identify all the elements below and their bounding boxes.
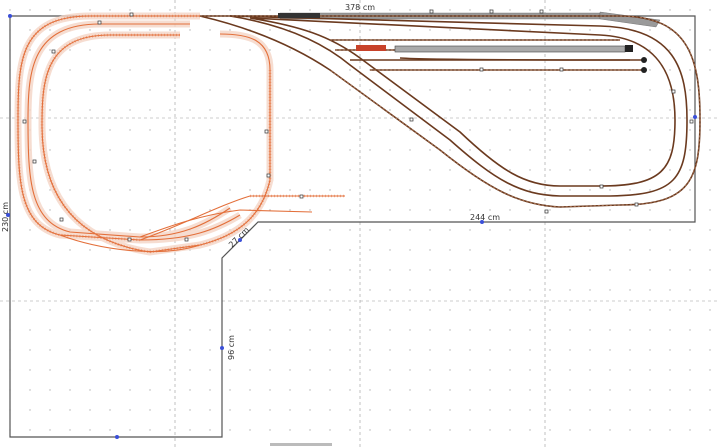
dim-left-height: 230 cm bbox=[1, 202, 10, 232]
vertex-handle[interactable] bbox=[693, 115, 697, 119]
buffer-stop-icon[interactable] bbox=[641, 57, 647, 63]
train-coaches[interactable] bbox=[394, 45, 626, 53]
vertex-handle[interactable] bbox=[238, 238, 242, 242]
dim-right-width: 244 cm bbox=[470, 213, 500, 222]
vertex-handle[interactable] bbox=[115, 435, 119, 439]
loco-icon[interactable] bbox=[625, 45, 633, 52]
train-top[interactable] bbox=[278, 13, 320, 18]
train-red[interactable] bbox=[356, 45, 386, 51]
dim-leg-height: 96 cm bbox=[227, 335, 236, 360]
vertex-handle[interactable] bbox=[480, 220, 484, 224]
dim-top-width: 378 cm bbox=[345, 3, 375, 12]
horizontal-scrollbar[interactable] bbox=[270, 443, 332, 446]
layout-canvas[interactable]: 378 cm 230 cm 244 cm 27 cm 96 cm bbox=[0, 0, 720, 447]
buffer-stop-icon[interactable] bbox=[641, 67, 647, 73]
vertex-handle[interactable] bbox=[8, 14, 12, 18]
vertex-handle[interactable] bbox=[6, 213, 10, 217]
vertex-handle[interactable] bbox=[220, 346, 224, 350]
